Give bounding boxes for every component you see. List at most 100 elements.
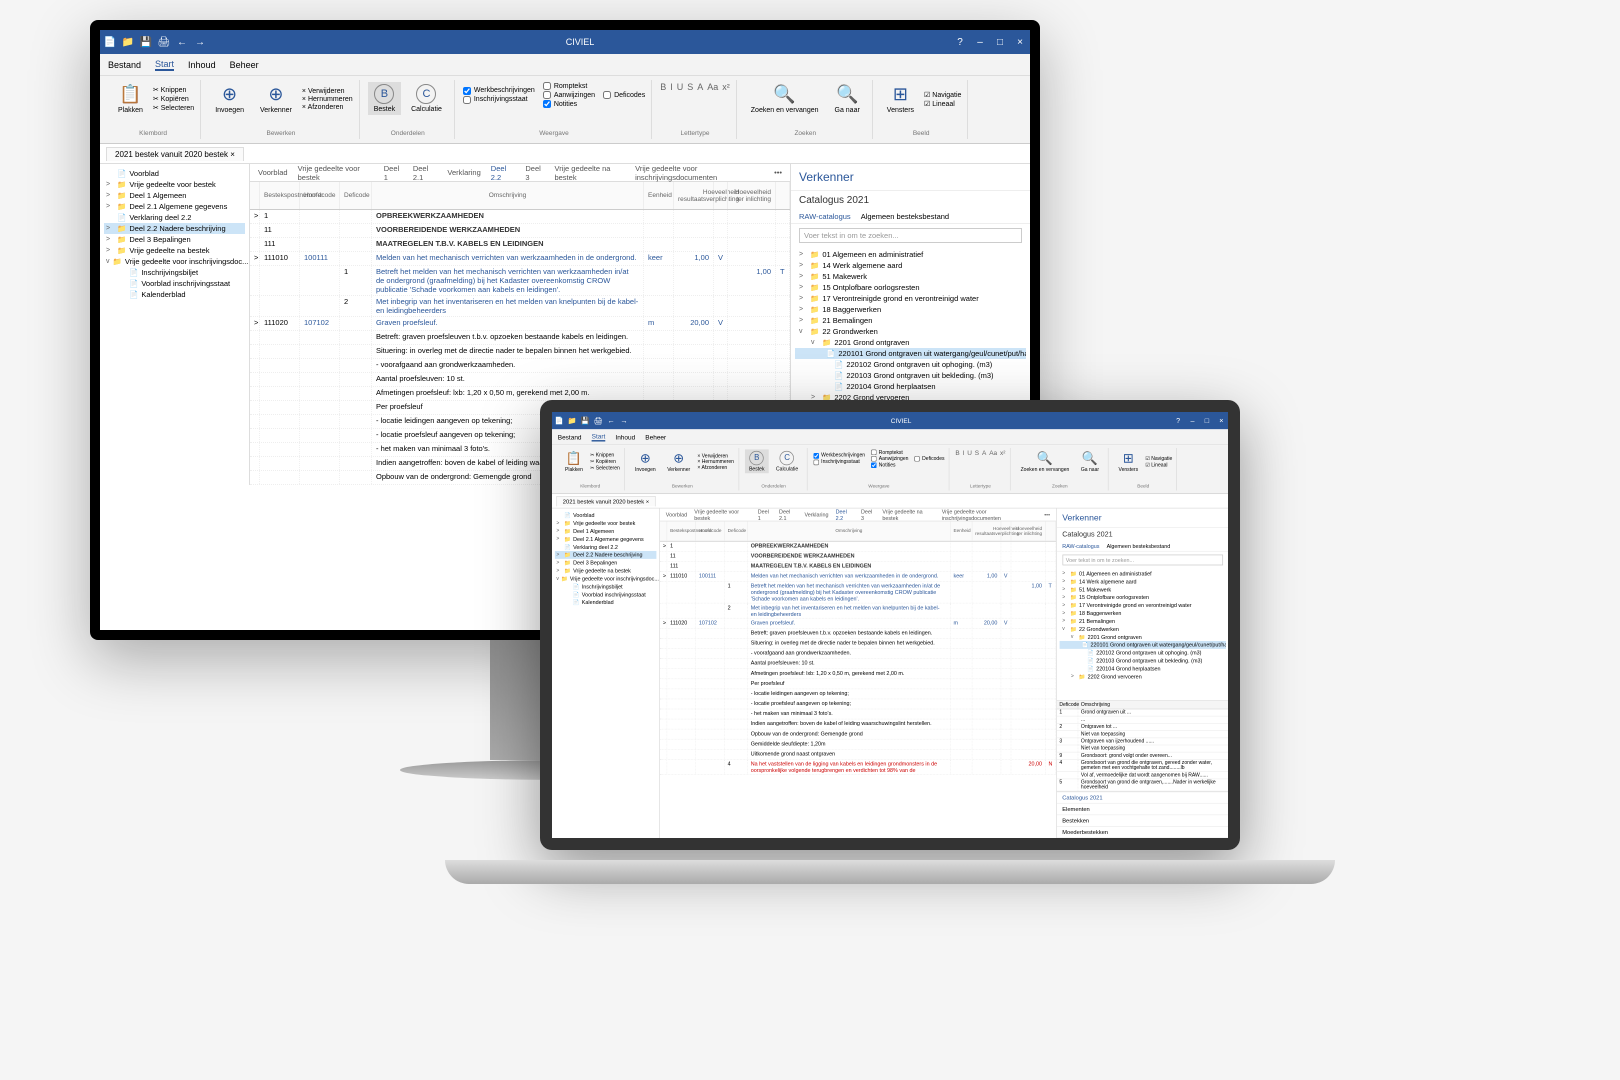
section-tab[interactable]: Deel 2.2 [836,508,854,521]
catalog-tree-item[interactable]: 📄220104 Grond herplaatsen [795,381,1026,392]
check-inschrijvingsstaat[interactable]: Inschrijvingsstaat [813,459,865,465]
grid-row[interactable]: >111020107102Graven proefsleuf.m20,00V [660,619,1056,629]
file-icon[interactable]: 📄 [555,416,564,425]
tree-item[interactable]: 📄Voorblad [555,511,657,519]
help-icon[interactable]: ? [1174,416,1183,425]
tree-item[interactable]: v📁Vrije gedeelte voor inschrijvingsdoc..… [104,256,245,267]
explorer-section-tab[interactable]: Bestekken [1056,815,1228,827]
catalog-tree-item[interactable]: 📄220101 Grond ontgraven uit watergang/ge… [1059,641,1225,649]
check-deficodes[interactable]: Deficodes [914,456,944,462]
catalog-tree-item[interactable]: v📁2201 Grond ontgraven [795,337,1026,348]
ga-naar-button[interactable]: 🔍Ga naar [1077,449,1104,473]
section-tab[interactable]: Vrije gedeelte voor bestek [694,508,750,521]
vensters-button[interactable]: ⊞Vensters [881,82,920,116]
catalog-tree-item[interactable]: v📁22 Grondwerken [795,326,1026,337]
ribbon-item[interactable]: ✂ Selecteren [153,104,194,112]
tree-item[interactable]: >📁Deel 2.2 Nadere beschrijving [104,223,245,234]
grid-row[interactable]: Aantal proefsleuven: 10 st. [660,659,1056,669]
tree-item[interactable]: 📄Inschrijvingsbiljet [104,267,245,278]
catalog-tree-item[interactable]: >📁14 Werk algemene aard [1059,578,1225,586]
save-icon[interactable]: 💾 [581,416,590,425]
catalog-tree-item[interactable]: >📁51 Makewerk [1059,586,1225,594]
menu-inhoud[interactable]: Inhoud [188,60,216,70]
grid-row[interactable]: >111010100111Melden van het mechanisch v… [660,572,1056,582]
grid-row[interactable]: >1OPBREEKWERKZAAMHEDEN [250,210,790,224]
explorer-section-tab[interactable]: Moederbestekken [1056,827,1228,838]
check-romptekst[interactable]: Romptekst [543,82,595,90]
catalog-tree-item[interactable]: >📁2202 Grond vervoeren [1059,673,1225,681]
grid-row[interactable]: 1Betreft het melden van het mechanisch v… [660,582,1056,604]
menu-beheer[interactable]: Beheer [645,433,666,440]
catalog-tree-item[interactable]: >📁01 Algemeen en administratief [795,249,1026,260]
section-tab[interactable]: Voorblad [666,511,687,517]
close-tab-icon[interactable]: × [230,150,235,159]
menu-start[interactable]: Start [155,59,174,71]
catalog-tab[interactable]: Algemeen besteksbestand [861,212,949,221]
section-tab[interactable]: Vrije gedeelte voor inschrijvingsdocumen… [942,508,1037,521]
section-tab[interactable]: Deel 3 [861,508,875,521]
font-A-icon[interactable]: A [982,449,986,456]
grid-row[interactable]: 2Met inbegrip van het inventariseren en … [250,296,790,317]
section-tab[interactable]: Vrije gedeelte na bestek [882,508,934,521]
catalog-tree-item[interactable]: >📁21 Bemalingen [1059,617,1225,625]
ga-naar-button[interactable]: 🔍Ga naar [829,82,866,116]
zoeken-en-vervangen-button[interactable]: 🔍Zoeken en vervangen [745,82,825,116]
grid-row[interactable]: - het maken van minimaal 3 foto's. [660,709,1056,719]
detail-row[interactable]: Niet van toepassing [1056,731,1228,738]
zoeken-en-vervangen-button[interactable]: 🔍Zoeken en vervangen [1016,449,1073,473]
ribbon-item[interactable]: × Afzonderen [302,104,353,111]
catalog-tree-item[interactable]: 📄220102 Grond ontgraven uit ophoging. (m… [1059,649,1225,657]
tree-item[interactable]: v📁Vrije gedeelte voor inschrijvingsdoc..… [555,575,657,583]
detail-row[interactable]: Vol af, vermoedelijke dat wordt aangenom… [1056,772,1228,779]
search-input[interactable]: Voer tekst in om te zoeken... [1062,555,1223,566]
close-icon[interactable]: × [1217,416,1226,425]
ribbon-item[interactable]: ✂ Knippen [153,86,194,94]
grid-row[interactable]: 111MAATREGELEN T.B.V. KABELS EN LEIDINGE… [660,562,1056,572]
menu-bestand[interactable]: Bestand [558,433,582,440]
tree-item[interactable]: 📄Voorblad inschrijvingsstaat [555,591,657,599]
bestek-button[interactable]: BBestek [745,449,769,473]
paste-button[interactable]: 📋Plakken [561,449,588,473]
grid-row[interactable]: 1Betreft het melden van het mechanisch v… [250,266,790,296]
catalog-tree-item[interactable]: 📄220103 Grond ontgraven uit bekleding. (… [795,370,1026,381]
tree-item[interactable]: >📁Deel 2.2 Nadere beschrijving [555,551,657,559]
section-tab[interactable]: Deel 2.1 [413,164,438,182]
file-icon[interactable]: 📄 [104,36,116,48]
paste-button[interactable]: 📋Plakken [112,82,149,116]
ribbon-item[interactable]: × Verwijderen [697,453,734,458]
grid-row[interactable]: 2Met inbegrip van het inventariseren en … [660,604,1056,619]
undo-icon[interactable]: ← [607,416,616,425]
ribbon-item[interactable]: × Hernummeren [302,96,353,103]
ribbon-item[interactable]: ✂ Kopiëren [153,95,194,103]
document-tab[interactable]: 2021 bestek vanuit 2020 bestek × [106,147,244,161]
font-I-icon[interactable]: I [670,82,673,92]
verkenner-button[interactable]: ⊕Verkenner [254,82,298,116]
section-tab[interactable]: ••• [1044,511,1050,517]
catalog-tree-item[interactable]: 📄220101 Grond ontgraven uit watergang/ge… [795,348,1026,359]
catalog-tree-item[interactable]: >📁18 Baggerwerken [795,304,1026,315]
tree-item[interactable]: >📁Deel 3 Bepalingen [104,234,245,245]
catalog-tree-item[interactable]: 📄220102 Grond ontgraven uit ophoging. (m… [795,359,1026,370]
grid-row[interactable]: Afmetingen proefsleuf: lxb: 1,20 x 0,50 … [250,387,790,401]
explorer-section-tab[interactable]: Catalogus 2021 [1056,792,1228,804]
grid-row[interactable]: >111010100111Melden van het mechanisch v… [250,252,790,266]
grid-row[interactable]: Opbouw van de ondergrond: Gemengde grond [660,730,1056,740]
ribbon-item[interactable]: ✂ Knippen [590,452,620,458]
font-I-icon[interactable]: I [963,449,965,456]
redo-icon[interactable]: → [620,416,629,425]
catalog-tree-item[interactable]: >📁18 Baggerwerken [1059,609,1225,617]
section-tab[interactable]: Deel 1 [758,508,772,521]
tree-item[interactable]: >📁Vrije gedeelte na bestek [555,567,657,575]
font-A-icon[interactable]: A [697,82,703,92]
grid-row[interactable]: Uitkomende grond naast ontgraven [660,750,1056,760]
check-notities[interactable]: Notities [871,462,909,468]
grid-row[interactable]: 111MAATREGELEN T.B.V. KABELS EN LEIDINGE… [250,238,790,252]
grid-row[interactable]: Aantal proefsleuven: 10 st. [250,373,790,387]
redo-icon[interactable]: → [194,36,206,48]
detail-row[interactable]: 5Grondsoort van grond die ontgraven,....… [1056,779,1228,791]
undo-icon[interactable]: ← [176,36,188,48]
explorer-section-tab[interactable]: Elementen [1056,804,1228,816]
folder-icon[interactable]: 📁 [568,416,577,425]
grid-row[interactable]: - voorafgaand aan grondwerkzaamheden. [660,649,1056,659]
section-tab[interactable]: Voorblad [258,168,288,177]
